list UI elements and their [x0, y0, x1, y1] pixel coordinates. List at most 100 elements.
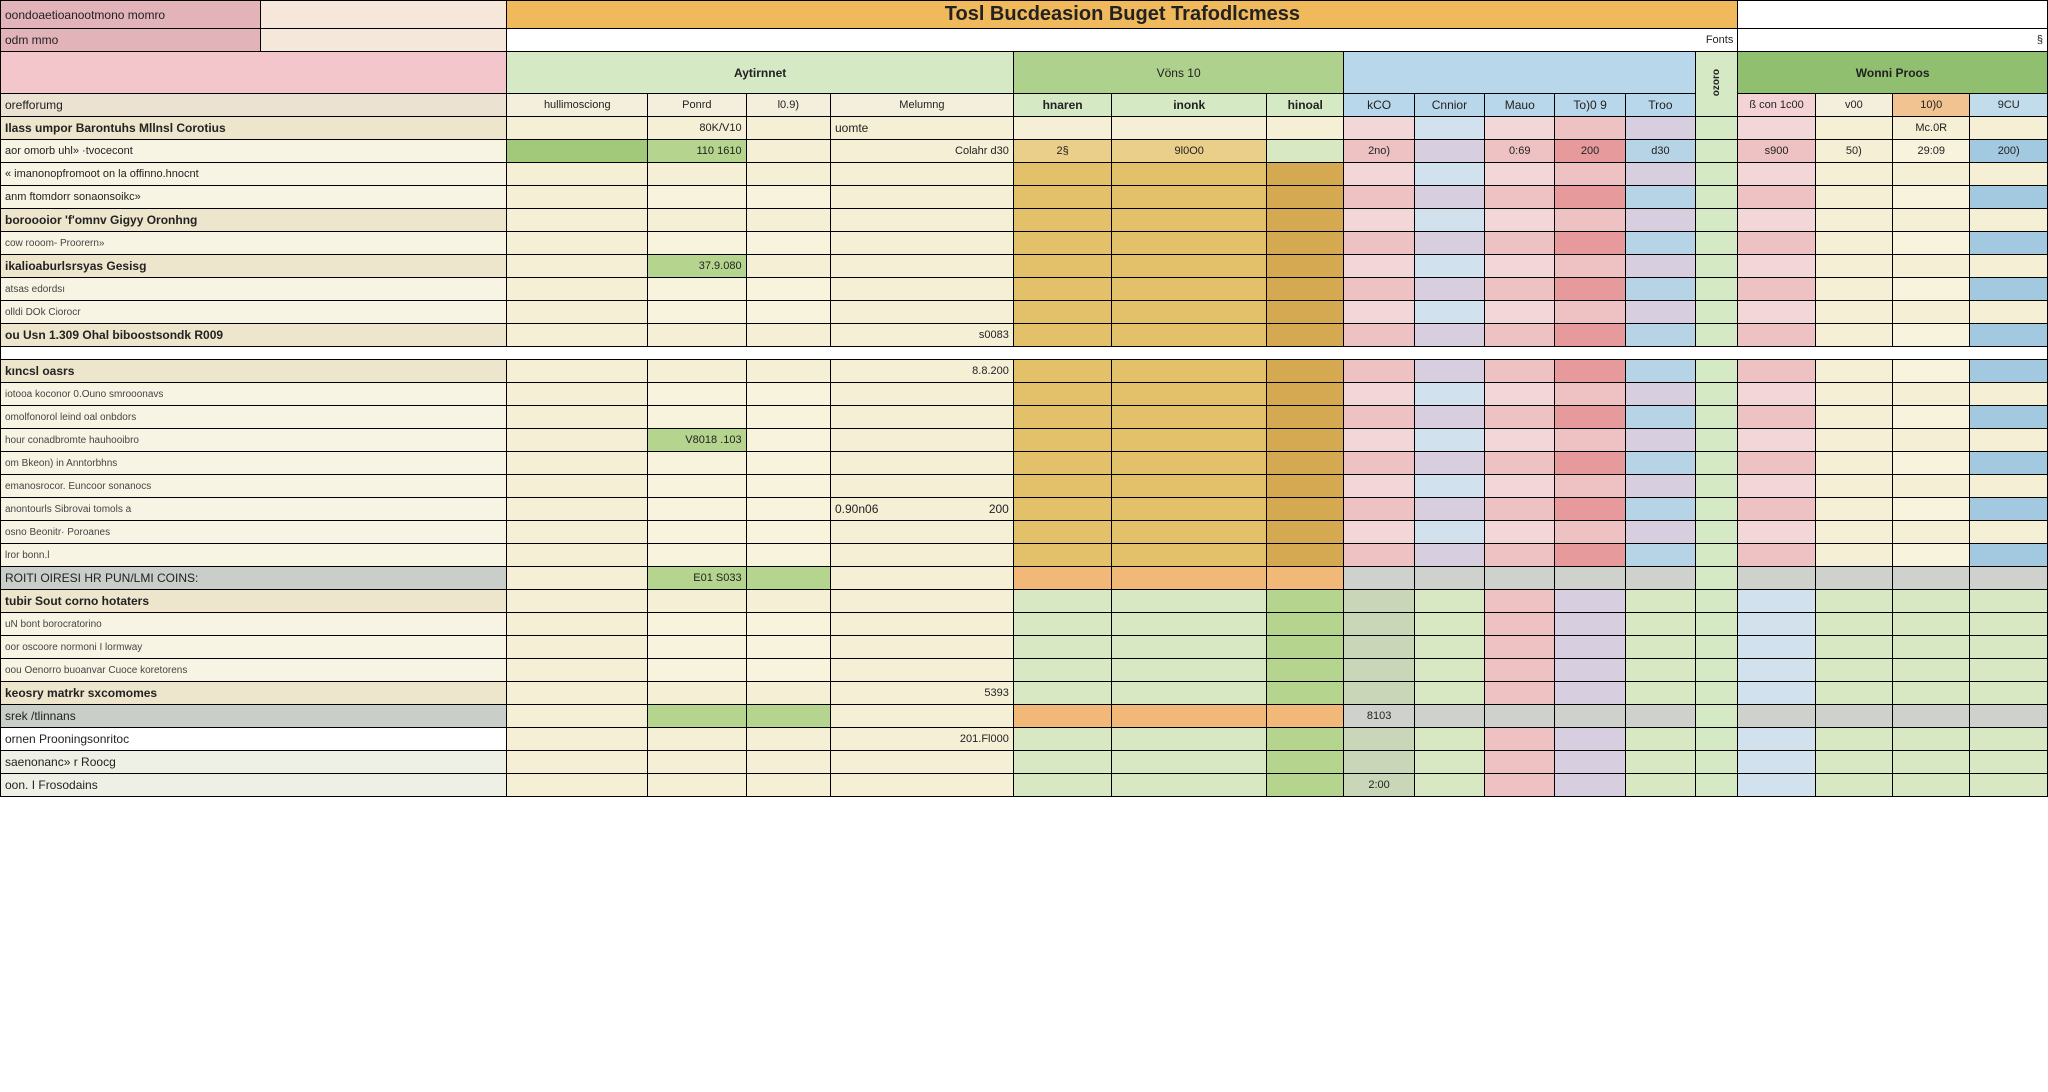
cell[interactable]: [1013, 544, 1111, 567]
cell-value[interactable]: [648, 705, 746, 728]
cell[interactable]: [1112, 636, 1267, 659]
heat-cell[interactable]: [1414, 751, 1484, 774]
heat-cell[interactable]: [1485, 383, 1555, 406]
heat-cell[interactable]: [1815, 774, 1892, 797]
cell[interactable]: [746, 383, 830, 406]
cell[interactable]: [1013, 255, 1111, 278]
heat-cell[interactable]: [1485, 117, 1555, 140]
cell-value[interactable]: [830, 232, 1013, 255]
heat-cell[interactable]: [1970, 521, 2048, 544]
cell[interactable]: [1267, 140, 1344, 163]
cell-value[interactable]: [648, 636, 746, 659]
heat-cell[interactable]: [1555, 255, 1625, 278]
heat-cell[interactable]: [1555, 186, 1625, 209]
cell[interactable]: [507, 659, 648, 682]
heat-cell[interactable]: [1625, 498, 1695, 521]
cell-value[interactable]: [648, 301, 746, 324]
heat-cell[interactable]: [1738, 751, 1815, 774]
heat-cell[interactable]: [1555, 751, 1625, 774]
heat-cell[interactable]: [1555, 705, 1625, 728]
cell[interactable]: [746, 301, 830, 324]
table-row[interactable]: ROITI OIRESI HR PUN/LMI COINS:E01 S033: [1, 567, 2048, 590]
table-row[interactable]: boroooior 'f'omnv Gigyy Oronhng: [1, 209, 2048, 232]
cell[interactable]: [1112, 751, 1267, 774]
heat-cell[interactable]: [1893, 521, 1970, 544]
cell[interactable]: [746, 117, 830, 140]
cell[interactable]: 2§: [1013, 140, 1111, 163]
heat-cell[interactable]: [1485, 475, 1555, 498]
cell[interactable]: [746, 613, 830, 636]
cell-value[interactable]: [830, 613, 1013, 636]
cell-value[interactable]: [648, 209, 746, 232]
cell[interactable]: [1013, 636, 1111, 659]
cell-value[interactable]: [830, 544, 1013, 567]
heat-cell[interactable]: [1625, 383, 1695, 406]
heat-cell[interactable]: [1815, 498, 1892, 521]
heat-cell[interactable]: [1625, 590, 1695, 613]
cell-value[interactable]: [648, 383, 746, 406]
cell[interactable]: [1267, 186, 1344, 209]
heat-cell[interactable]: [1555, 521, 1625, 544]
heat-cell[interactable]: [1815, 682, 1892, 705]
heat-cell[interactable]: [1414, 728, 1484, 751]
heat-cell[interactable]: [1815, 728, 1892, 751]
cell[interactable]: [746, 209, 830, 232]
heat-cell[interactable]: [1815, 452, 1892, 475]
heat-cell[interactable]: [1344, 406, 1414, 429]
heat-cell[interactable]: [1738, 774, 1815, 797]
cell[interactable]: [507, 301, 648, 324]
table-row[interactable]: saenonanc» r Roocg: [1, 751, 2048, 774]
heat-cell[interactable]: [1344, 117, 1414, 140]
cell[interactable]: [507, 774, 648, 797]
heat-cell[interactable]: [1485, 521, 1555, 544]
heat-cell[interactable]: [1970, 324, 2048, 347]
heat-cell[interactable]: [1344, 613, 1414, 636]
cell[interactable]: [1267, 498, 1344, 521]
cell[interactable]: [1267, 682, 1344, 705]
heat-cell[interactable]: [1625, 209, 1695, 232]
heat-cell[interactable]: 29:09: [1893, 140, 1970, 163]
cell-value[interactable]: [830, 429, 1013, 452]
heat-cell[interactable]: [1555, 301, 1625, 324]
cell-value[interactable]: 8.8.200: [830, 360, 1013, 383]
heat-cell[interactable]: [1893, 728, 1970, 751]
heat-cell[interactable]: [1970, 209, 2048, 232]
heat-cell[interactable]: [1555, 590, 1625, 613]
cell[interactable]: [1013, 324, 1111, 347]
heat-cell[interactable]: [1485, 544, 1555, 567]
heat-cell[interactable]: [1738, 705, 1815, 728]
heat-cell[interactable]: [1893, 590, 1970, 613]
heat-cell[interactable]: [1625, 452, 1695, 475]
cell[interactable]: [507, 728, 648, 751]
heat-cell[interactable]: [1414, 186, 1484, 209]
heat-cell[interactable]: [1555, 429, 1625, 452]
heat-cell[interactable]: [1414, 590, 1484, 613]
cell[interactable]: [1267, 728, 1344, 751]
cell[interactable]: [1013, 429, 1111, 452]
heat-cell[interactable]: [1344, 163, 1414, 186]
cell[interactable]: [507, 475, 648, 498]
cell-value[interactable]: [830, 301, 1013, 324]
cell-value[interactable]: [830, 475, 1013, 498]
cell-value[interactable]: [648, 728, 746, 751]
heat-cell[interactable]: [1893, 209, 1970, 232]
heat-cell[interactable]: [1815, 209, 1892, 232]
cell[interactable]: [1267, 452, 1344, 475]
heat-cell[interactable]: [1555, 324, 1625, 347]
heat-cell[interactable]: [1485, 452, 1555, 475]
heat-cell[interactable]: [1344, 475, 1414, 498]
cell[interactable]: [1013, 475, 1111, 498]
cell-value[interactable]: [830, 209, 1013, 232]
heat-cell[interactable]: [1414, 117, 1484, 140]
cell[interactable]: [1112, 255, 1267, 278]
cell[interactable]: [1112, 232, 1267, 255]
heat-cell[interactable]: [1414, 255, 1484, 278]
heat-cell[interactable]: [1485, 278, 1555, 301]
table-row[interactable]: aor omorb uhl» ·tvocecont110 1610Colahr …: [1, 140, 2048, 163]
heat-cell[interactable]: [1738, 163, 1815, 186]
cell-value[interactable]: [648, 475, 746, 498]
heat-cell[interactable]: [1485, 636, 1555, 659]
heat-cell[interactable]: [1414, 475, 1484, 498]
heat-cell[interactable]: [1485, 163, 1555, 186]
heat-cell[interactable]: [1970, 659, 2048, 682]
